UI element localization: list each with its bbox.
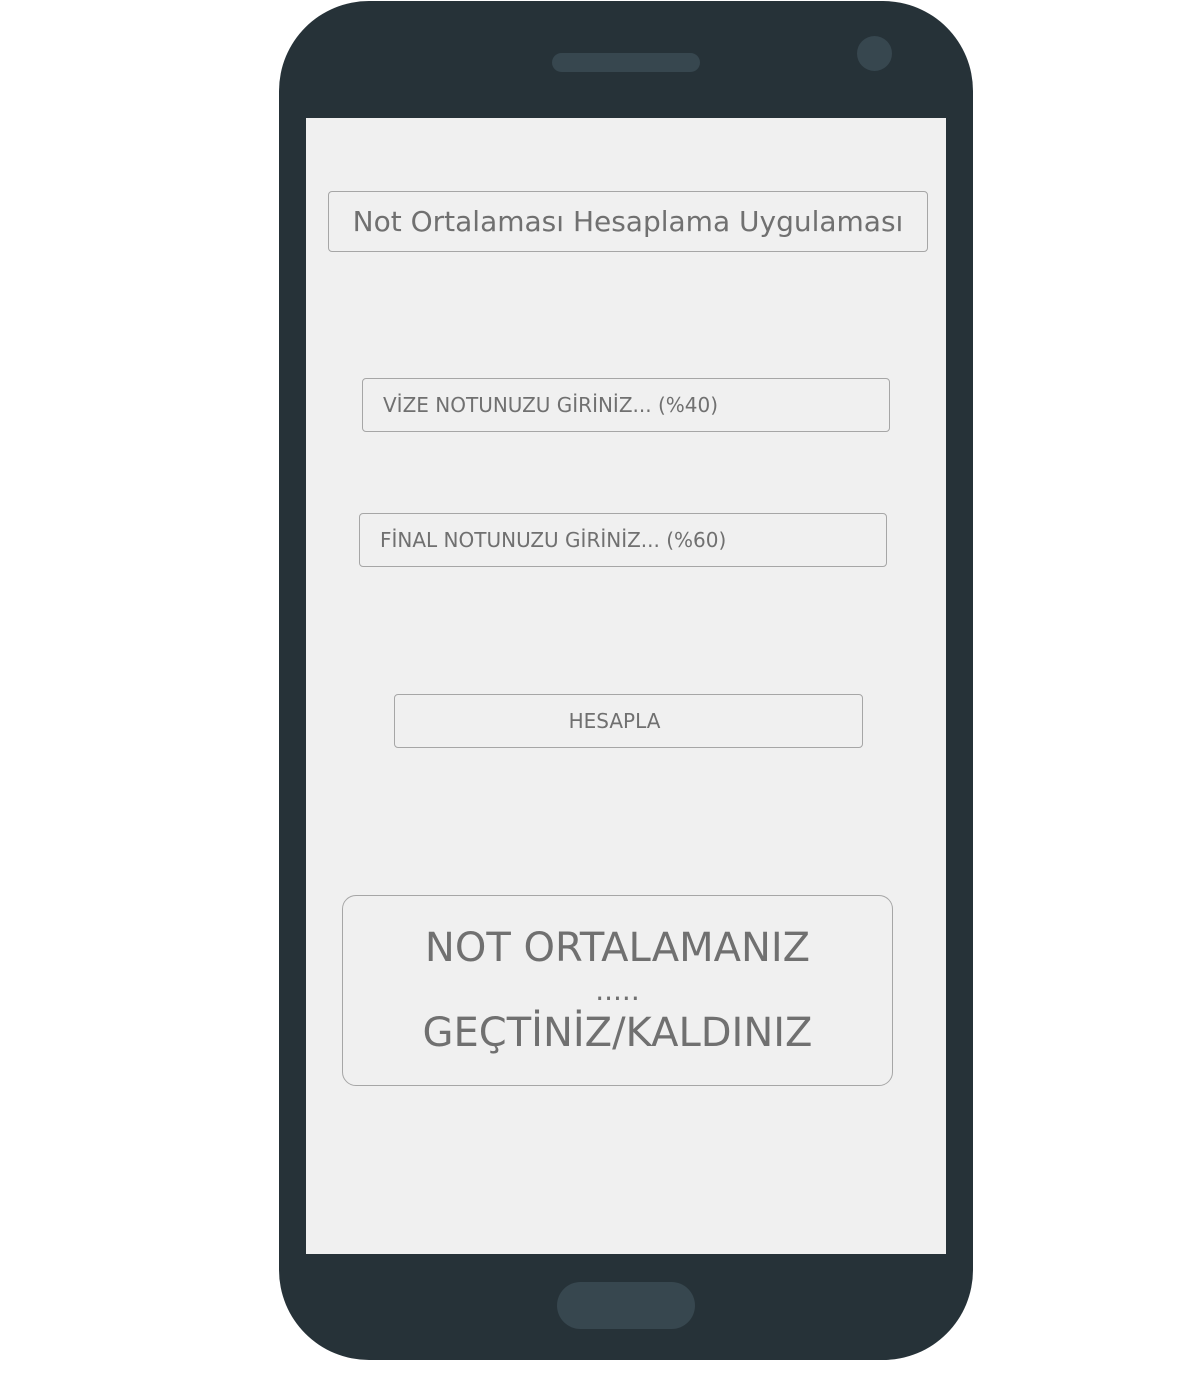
result-status: GEÇTİNİZ/KALDINIZ	[422, 1010, 813, 1057]
app-screen: Not Ortalaması Hesaplama Uygulaması VİZE…	[306, 118, 946, 1254]
app-title: Not Ortalaması Hesaplama Uygulaması	[328, 191, 928, 252]
phone-frame: Not Ortalaması Hesaplama Uygulaması VİZE…	[279, 1, 973, 1360]
result-heading: NOT ORTALAMANIZ	[424, 924, 811, 971]
final-grade-input[interactable]: FİNAL NOTUNUZU GİRİNİZ... (%60)	[359, 513, 887, 567]
result-panel: NOT ORTALAMANIZ ..... GEÇTİNİZ/KALDINIZ	[342, 895, 893, 1086]
midterm-grade-input[interactable]: VİZE NOTUNUZU GİRİNİZ... (%40)	[362, 378, 890, 432]
calculate-button[interactable]: HESAPLA	[394, 694, 863, 748]
result-value: .....	[595, 973, 640, 1007]
earpiece-speaker	[552, 53, 700, 72]
front-camera-icon	[857, 36, 892, 71]
home-button[interactable]	[557, 1282, 695, 1329]
